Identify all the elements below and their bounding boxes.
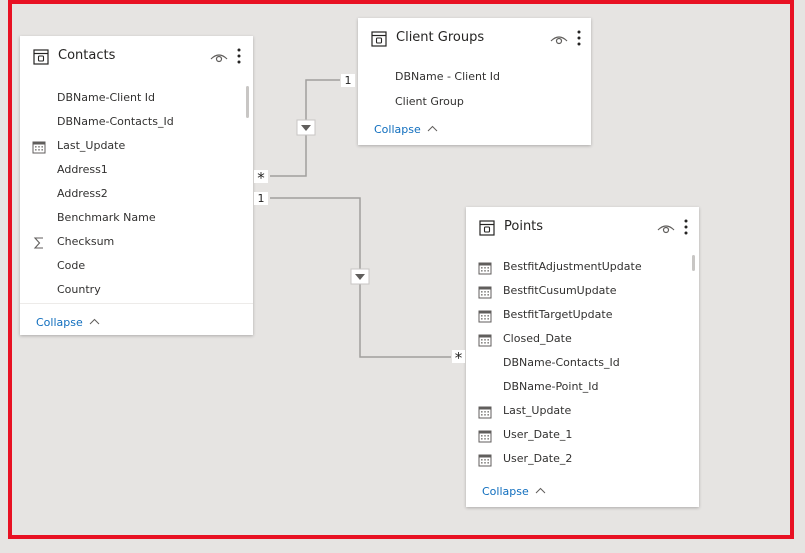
table-card-points[interactable]: Points BestfitAdjustmentUpdate BestfitCus… — [466, 207, 699, 507]
calendar-icon — [478, 428, 492, 443]
calendar-icon — [32, 139, 46, 154]
collapse-label: Collapse — [374, 123, 421, 136]
cardinality-marker-contacts-points-from: 1 — [254, 192, 268, 205]
sigma-icon — [32, 235, 46, 249]
field-label: BestfitAdjustmentUpdate — [503, 260, 642, 273]
table-card-contacts[interactable]: Contacts DBName-Client Id DBName-Contacts… — [20, 36, 253, 335]
chevron-up-icon — [89, 318, 100, 325]
field-label: DBName-Client Id — [57, 91, 156, 104]
field-label: DBName-Point_Id — [503, 380, 599, 393]
table-card-client-groups[interactable]: Client Groups DBName - Client Id Client G… — [358, 18, 591, 145]
more-vertical-icon[interactable] — [683, 218, 689, 236]
cardinality-marker-contacts-client-groups-to: 1 — [341, 74, 355, 87]
calendar-icon — [478, 332, 492, 347]
field-label: Checksum — [57, 235, 115, 248]
field-label: BestfitTargetUpdate — [503, 308, 613, 321]
table-card-header[interactable]: Client Groups — [358, 18, 591, 58]
calendar-icon — [478, 404, 492, 419]
cardinality-marker-contacts-points-to: * — [452, 350, 465, 366]
chevron-up-icon — [427, 125, 438, 132]
collapse-button[interactable]: Collapse — [374, 123, 438, 136]
table-title: Points — [504, 219, 544, 234]
field-label: Closed_Date — [503, 332, 572, 345]
divider — [20, 303, 253, 304]
table-icon — [371, 31, 387, 47]
collapse-label: Collapse — [36, 316, 83, 329]
table-icon — [479, 220, 495, 236]
field-label: DBName - Client Id — [395, 70, 500, 83]
table-card-header[interactable]: Contacts — [20, 36, 253, 76]
collapse-button[interactable]: Collapse — [36, 316, 100, 329]
field-label: User_Date_2 — [503, 452, 573, 465]
field-label: Address2 — [57, 187, 108, 200]
field-label: Benchmark Name — [57, 211, 156, 224]
field-label: User_Date_1 — [503, 428, 573, 441]
cardinality-marker-contacts-client-groups-from: * — [254, 170, 268, 186]
filter-direction-contacts-client-groups[interactable] — [296, 119, 316, 136]
collapse-label: Collapse — [482, 485, 529, 498]
field-label: BestfitCusumUpdate — [503, 284, 617, 297]
field-label: Country — [57, 283, 101, 296]
eye-icon[interactable] — [210, 50, 228, 64]
filter-direction-contacts-points[interactable] — [350, 268, 370, 285]
table-icon — [33, 49, 49, 65]
more-vertical-icon[interactable] — [576, 29, 582, 47]
field-label: Code — [57, 259, 86, 272]
scrollbar[interactable] — [246, 86, 249, 118]
model-canvas[interactable]: Contacts DBName-Client Id DBName-Contacts… — [0, 0, 805, 553]
calendar-icon — [478, 308, 492, 323]
calendar-icon — [478, 260, 492, 275]
more-vertical-icon[interactable] — [236, 47, 242, 65]
calendar-icon — [478, 452, 492, 467]
scrollbar[interactable] — [692, 255, 695, 271]
table-card-header[interactable]: Points — [466, 207, 699, 247]
calendar-icon — [478, 284, 492, 299]
field-label: Client Group — [395, 95, 464, 108]
field-label: Last_Update — [503, 404, 572, 417]
table-title: Contacts — [58, 48, 116, 63]
eye-icon[interactable] — [657, 221, 675, 235]
field-label: Last_Update — [57, 139, 126, 152]
field-label: Address1 — [57, 163, 108, 176]
field-label: DBName-Contacts_Id — [503, 356, 620, 369]
collapse-button[interactable]: Collapse — [482, 485, 546, 498]
table-title: Client Groups — [396, 30, 485, 45]
chevron-up-icon — [535, 487, 546, 494]
field-label: DBName-Contacts_Id — [57, 115, 174, 128]
eye-icon[interactable] — [550, 32, 568, 46]
